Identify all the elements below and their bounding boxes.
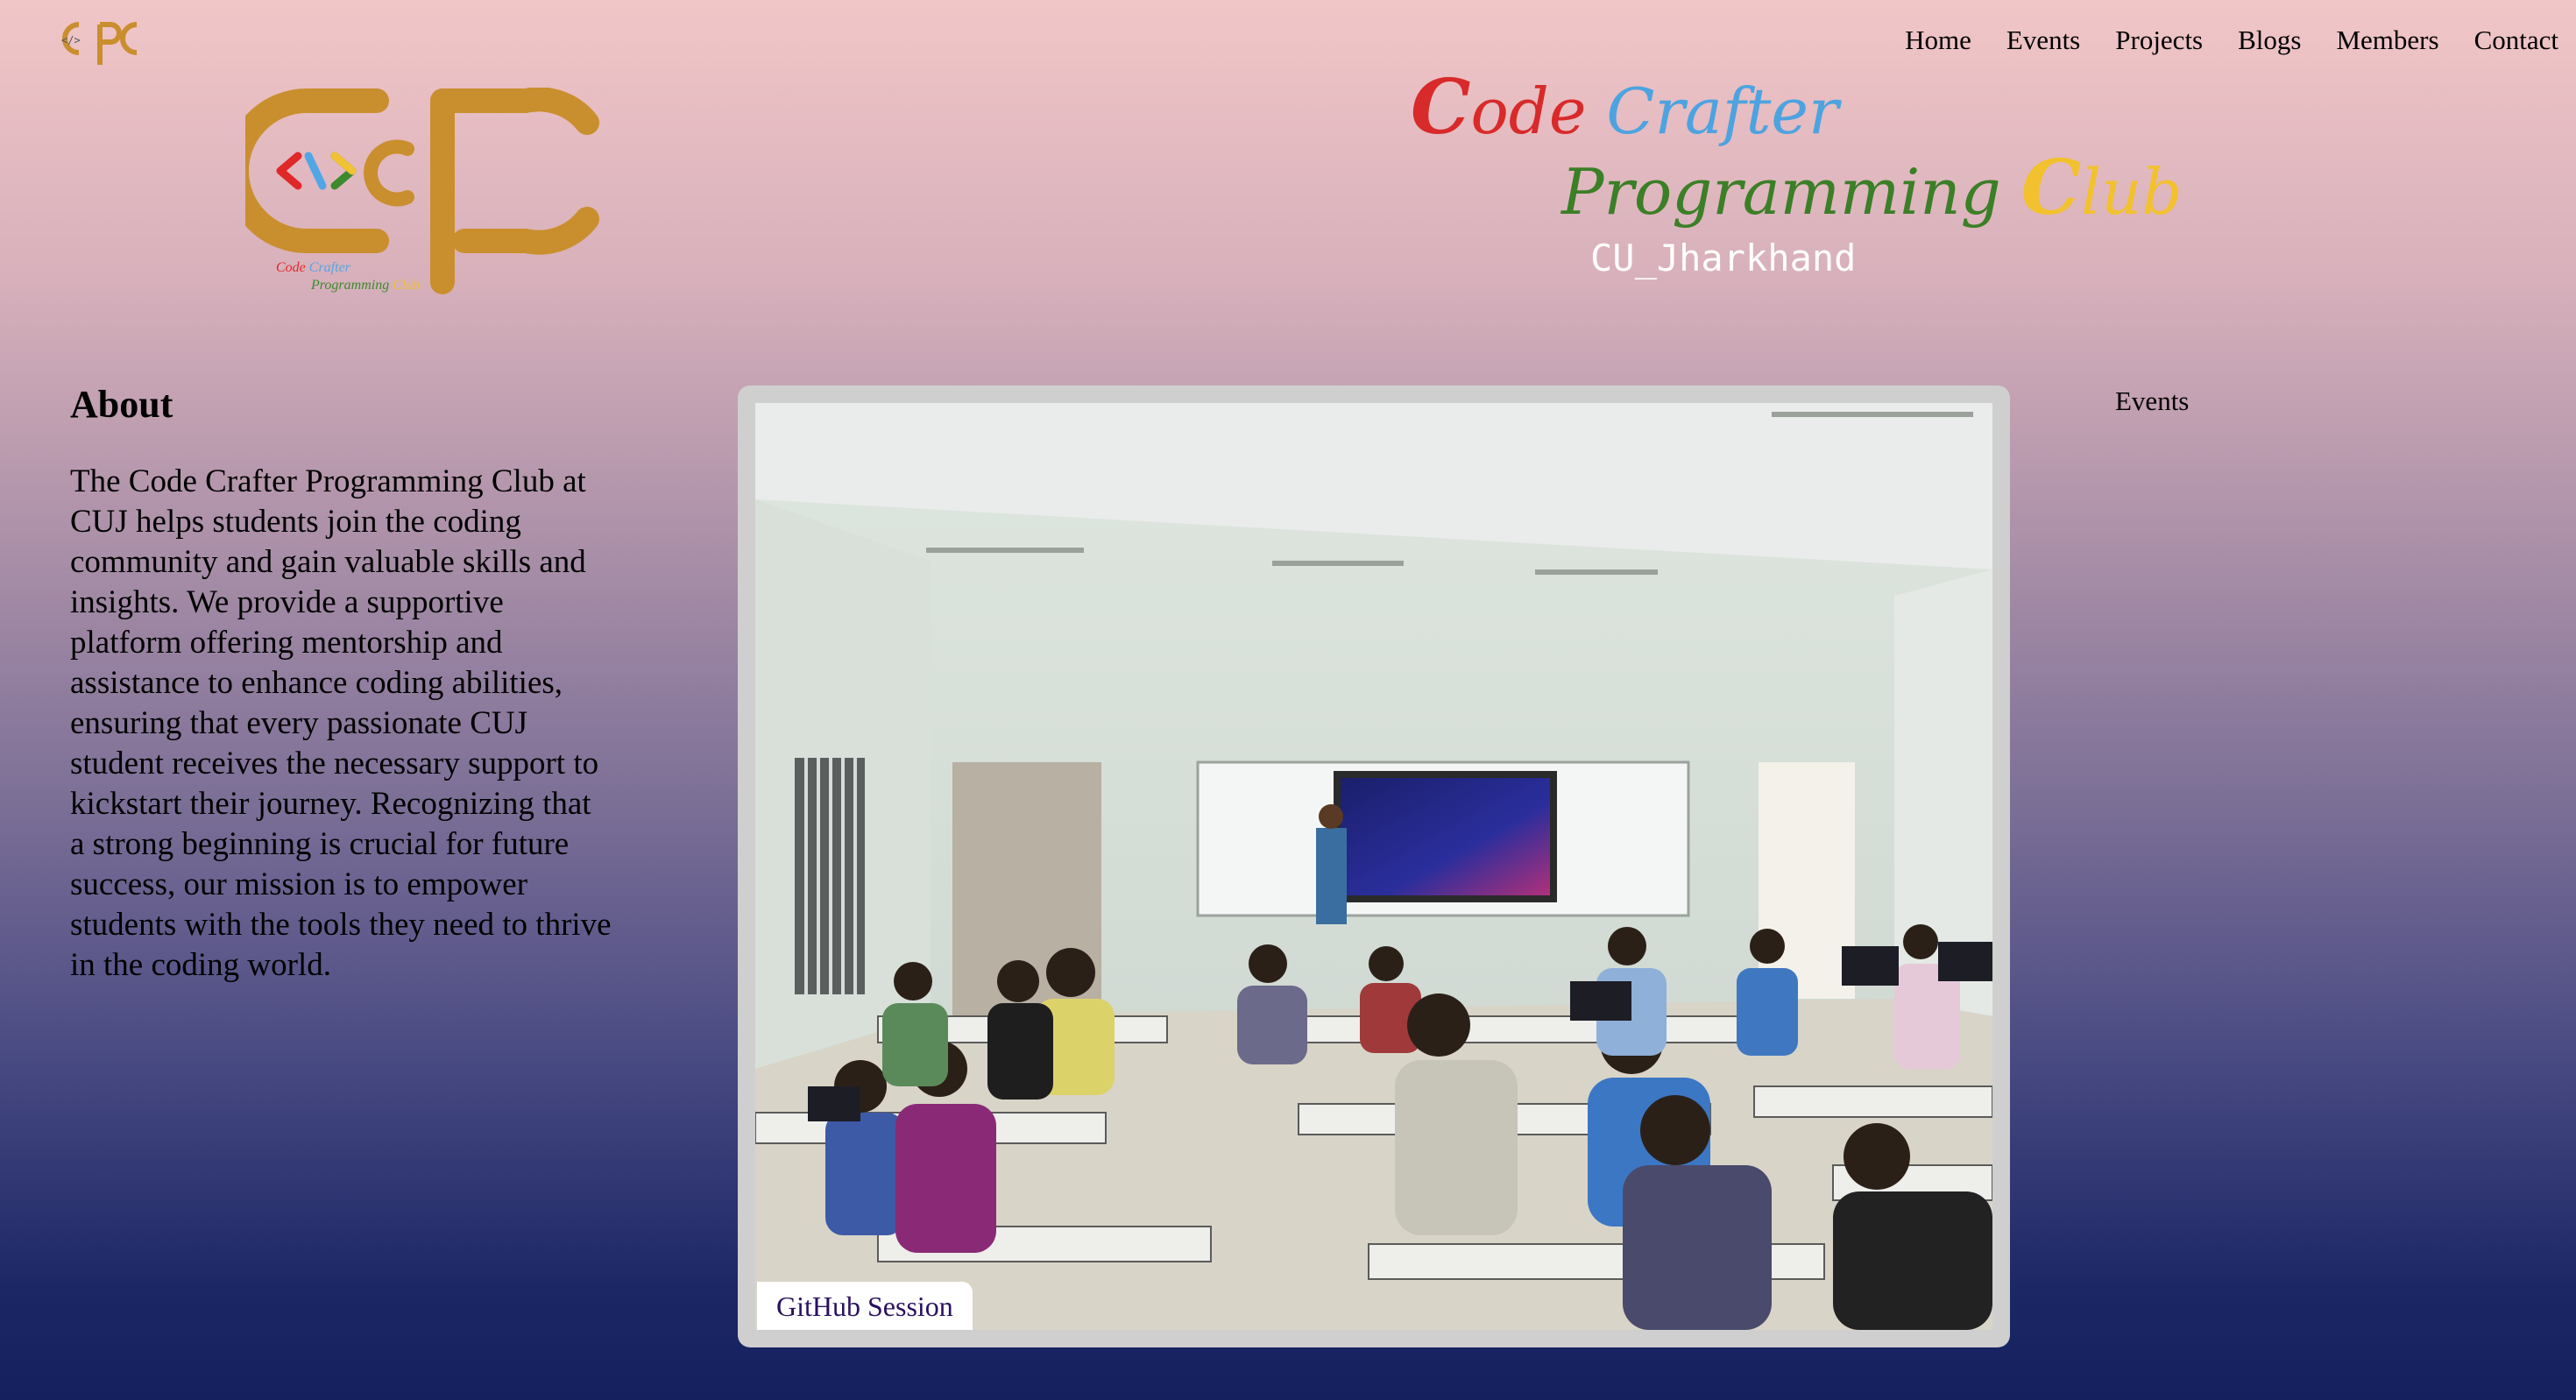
logo-small-text: Code Crafter [276, 260, 351, 275]
nav-members-link[interactable]: Members [2336, 25, 2438, 56]
side-events-label[interactable]: Events [2115, 385, 2189, 417]
club-word: lub [2081, 155, 2183, 229]
nav-events-link[interactable]: Events [2006, 25, 2080, 56]
club-initial: C [2020, 144, 2082, 232]
hero-title-line1: Code Crafter [1411, 70, 1838, 145]
slide-caption: GitHub Session [757, 1282, 973, 1330]
nav-home-link[interactable]: Home [1905, 25, 1971, 56]
nav-contact-link[interactable]: Contact [2474, 25, 2558, 56]
hero-title: Code Crafter Programming Club CU_Jharkha… [1411, 70, 2183, 298]
about-heading: About [70, 383, 173, 426]
about-section: About The Code Crafter Programming Club … [70, 382, 613, 986]
hero-title-line2: Programming Club [1561, 151, 2183, 226]
classroom-photo-image [755, 403, 1992, 1330]
svg-text:</>: </> [61, 34, 81, 46]
nav-logo[interactable]: </> [49, 14, 140, 67]
crafter-word: Crafter [1606, 74, 1839, 148]
svg-text:Programming Club: Programming Club [310, 278, 420, 293]
nav-projects-link[interactable]: Projects [2115, 25, 2203, 56]
cpc-logo-icon: </> [61, 22, 138, 65]
programming-word: Programming [1561, 155, 2001, 229]
nav-blogs-link[interactable]: Blogs [2238, 25, 2301, 56]
event-slideshow[interactable]: GitHub Session [738, 385, 2010, 1347]
main-nav: Home Events Projects Blogs Members Conta… [1905, 25, 2558, 56]
code-initial: C [1411, 63, 1471, 152]
about-body: The Code Crafter Programming Club at CUJ… [70, 463, 612, 983]
event-photo [755, 403, 1992, 1330]
hero-logo: Code Crafter Programming Club [224, 87, 613, 307]
cpc-hero-logo-icon: Code Crafter Programming Club [224, 87, 599, 294]
code-word: ode [1470, 74, 1587, 148]
hero-subtitle: CU_Jharkhand [1590, 237, 1857, 279]
